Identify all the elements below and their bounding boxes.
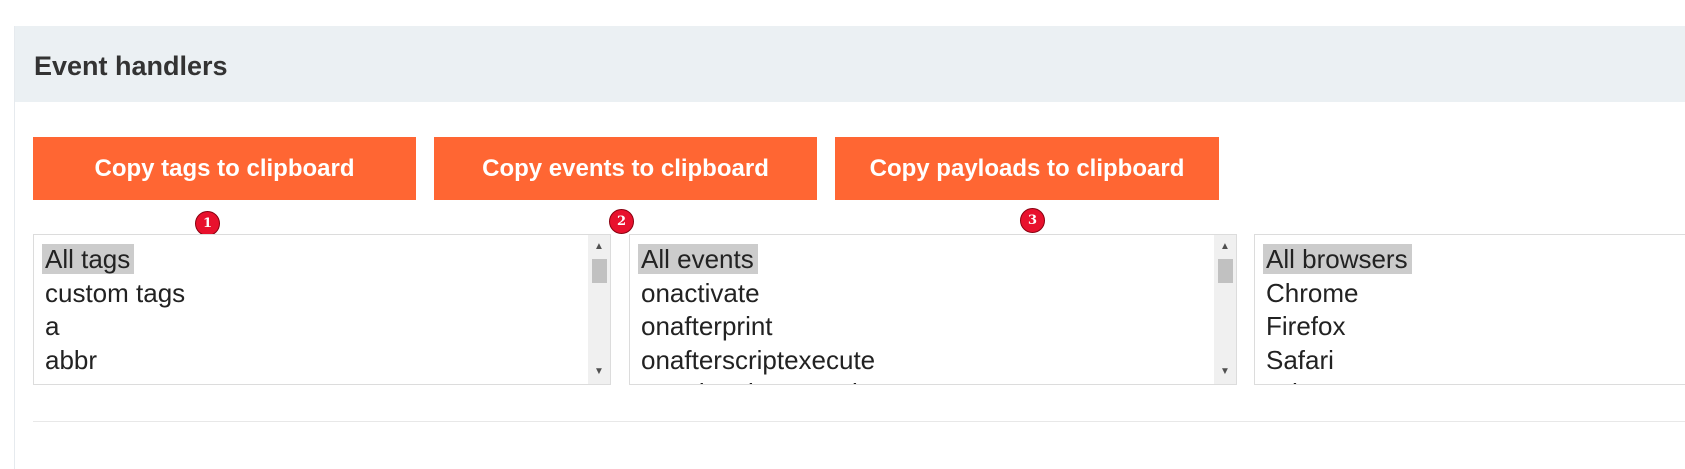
list-item[interactable]: All events xyxy=(638,243,1206,277)
panel-header: Event handlers xyxy=(15,26,1685,102)
scroll-up-arrow-icon[interactable]: ▲ xyxy=(588,237,610,255)
tags-listbox[interactable]: All tags custom tags a abbr acronym ▲ ▼ xyxy=(33,234,611,385)
list-item[interactable]: Safari xyxy=(1263,344,1663,378)
list-item[interactable]: abbr xyxy=(42,344,580,378)
browsers-listbox[interactable]: All browsers Chrome Firefox Safari Edge xyxy=(1254,234,1685,385)
scroll-down-arrow-icon[interactable]: ▼ xyxy=(588,362,610,380)
marker-badge-2: 2 xyxy=(609,209,634,234)
list-item[interactable]: onanimationcancel xyxy=(638,377,1206,384)
list-item[interactable]: onafterscriptexecute xyxy=(638,344,1206,378)
copy-tags-button[interactable]: Copy tags to clipboard xyxy=(33,137,416,200)
scrollbar-thumb[interactable] xyxy=(592,259,607,283)
list-item[interactable]: All browsers xyxy=(1263,243,1663,277)
copy-events-button[interactable]: Copy events to clipboard xyxy=(434,137,817,200)
divider xyxy=(33,421,1685,422)
list-item[interactable]: onactivate xyxy=(638,277,1206,311)
list-item[interactable]: Edge xyxy=(1263,377,1663,384)
list-item[interactable]: custom tags xyxy=(42,277,580,311)
scroll-up-arrow-icon[interactable]: ▲ xyxy=(1214,237,1236,255)
list-item[interactable]: Chrome xyxy=(1263,277,1663,311)
copy-payloads-button[interactable]: Copy payloads to clipboard xyxy=(835,137,1219,200)
list-item[interactable]: a xyxy=(42,310,580,344)
scrollbar-thumb[interactable] xyxy=(1218,259,1233,283)
list-item[interactable]: onafterprint xyxy=(638,310,1206,344)
list-item[interactable]: All tags xyxy=(42,243,580,277)
list-item[interactable]: Firefox xyxy=(1263,310,1663,344)
tags-scrollbar[interactable]: ▲ ▼ xyxy=(588,235,610,384)
marker-badge-3: 3 xyxy=(1020,208,1045,233)
section-title: Event handlers xyxy=(34,51,228,81)
marker-badge-1: 1 xyxy=(195,211,220,236)
scroll-down-arrow-icon[interactable]: ▼ xyxy=(1214,362,1236,380)
events-listbox[interactable]: All events onactivate onafterprint onaft… xyxy=(629,234,1237,385)
list-item[interactable]: acronym xyxy=(42,377,580,384)
events-scrollbar[interactable]: ▲ ▼ xyxy=(1214,235,1236,384)
